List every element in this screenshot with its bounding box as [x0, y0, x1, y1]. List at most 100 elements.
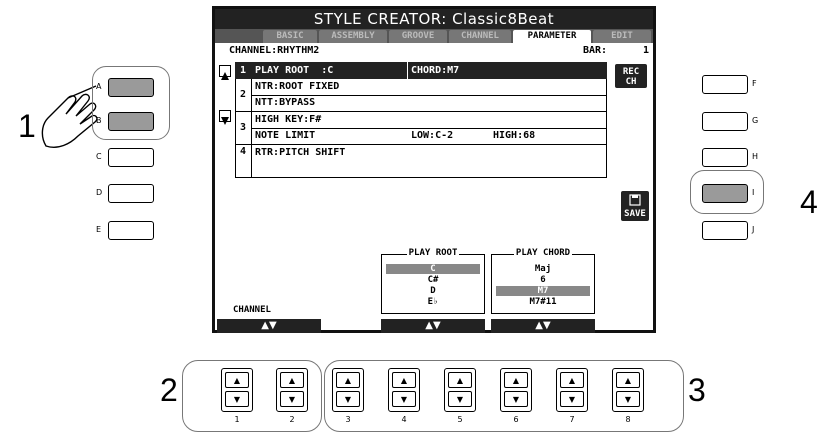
lcd-display: STYLE CREATOR: Classic8Beat BASIC ASSEMB…	[212, 6, 656, 333]
button-c-label: C	[96, 152, 102, 161]
button-j[interactable]	[702, 221, 748, 240]
bottom-button-1[interactable]: ▲ ▼	[221, 368, 253, 412]
button-e[interactable]	[108, 221, 154, 240]
button-e-label: E	[96, 225, 102, 234]
play-root-option[interactable]: C	[386, 264, 480, 274]
param-note-limit-high[interactable]: HIGH:68	[493, 128, 535, 143]
param-note-limit-low[interactable]: LOW:C-2	[411, 128, 453, 143]
up-arrow-icon[interactable]: ▲	[616, 372, 640, 388]
bar-value: 1	[643, 45, 650, 56]
param-play-root[interactable]: PLAY ROOT :C	[255, 63, 333, 78]
button-g[interactable]	[702, 112, 748, 131]
tab-assembly[interactable]: ASSEMBLY	[319, 30, 387, 43]
floppy-disk-icon	[629, 194, 641, 206]
play-chord-title: PLAY CHORD	[513, 248, 573, 258]
bottom-button-4[interactable]: ▲ ▼	[388, 368, 420, 412]
down-arrow-icon[interactable]: ▼	[616, 391, 640, 407]
param-high-key[interactable]: HIGH KEY:F#	[255, 112, 321, 127]
play-root-option[interactable]: E♭	[386, 297, 480, 307]
rec-ch-button[interactable]: REC CH	[615, 64, 647, 88]
tab-parameter[interactable]: PARAMETER	[513, 30, 591, 43]
lcd-title: STYLE CREATOR: Classic8Beat	[215, 9, 653, 29]
bottom-button-5[interactable]: ▲ ▼	[444, 368, 476, 412]
button-f-label: F	[752, 79, 757, 88]
button-d-label: D	[96, 188, 103, 197]
bottom-button-6[interactable]: ▲ ▼	[500, 368, 532, 412]
up-arrow-icon[interactable]: ▲	[225, 372, 249, 388]
row-number: 2	[239, 89, 247, 100]
down-arrow-icon[interactable]: ▼	[560, 391, 584, 407]
row-number: 1	[239, 65, 247, 76]
row-number: 4	[239, 146, 247, 157]
button-h-label: H	[752, 152, 759, 161]
button-j-label: J	[752, 225, 755, 234]
bottom-button-3[interactable]: ▲ ▼	[332, 368, 364, 412]
bottom-button-8[interactable]: ▲ ▼	[612, 368, 644, 412]
up-arrow-icon[interactable]: ▲	[560, 372, 584, 388]
up-arrow-icon[interactable]: ▲	[280, 372, 304, 388]
up-arrow-icon[interactable]: ▲	[448, 372, 472, 388]
save-button[interactable]: SAVE	[621, 191, 649, 221]
bottom-button-2-label: 2	[289, 415, 295, 424]
channel-updown[interactable]: ▲▼	[217, 319, 321, 333]
callout-2: 2	[160, 372, 178, 408]
down-arrow-icon[interactable]: ▼	[225, 391, 249, 407]
button-b-label: B	[96, 116, 102, 125]
scroll-up-icon[interactable]	[219, 65, 231, 80]
tab-bar: BASIC ASSEMBLY GROOVE CHANNEL PARAMETER …	[215, 29, 653, 43]
play-chord-option[interactable]: Maj	[496, 264, 590, 274]
bottom-button-7-label: 7	[569, 415, 575, 424]
button-a[interactable]	[108, 78, 154, 97]
param-note-limit[interactable]: NOTE LIMIT	[255, 128, 315, 143]
tab-edit[interactable]: EDIT	[593, 30, 651, 43]
button-i-label: I	[752, 188, 755, 197]
bottom-button-8-label: 8	[625, 415, 631, 424]
button-b[interactable]	[108, 112, 154, 131]
down-arrow-icon[interactable]: ▼	[392, 391, 416, 407]
play-root-option[interactable]: C#	[386, 275, 480, 285]
scroll-down-icon[interactable]	[219, 110, 231, 125]
bottom-button-7[interactable]: ▲ ▼	[556, 368, 588, 412]
button-i[interactable]	[702, 184, 748, 203]
bar-label: BAR:	[583, 45, 608, 56]
param-rtr[interactable]: RTR:PITCH SHIFT	[255, 145, 345, 160]
channel-ctrl-label: CHANNEL	[233, 305, 271, 315]
button-c[interactable]	[108, 148, 154, 167]
channel-label: CHANNEL:RHYTHM2	[229, 45, 320, 56]
divider	[407, 62, 408, 79]
play-chord-popup: PLAY CHORD Maj 6 M7 M7#11	[491, 248, 595, 314]
bottom-button-4-label: 4	[401, 415, 407, 424]
param-chord[interactable]: CHORD:M7	[411, 63, 459, 78]
button-f[interactable]	[702, 75, 748, 94]
bottom-button-2[interactable]: ▲ ▼	[276, 368, 308, 412]
save-label: SAVE	[624, 209, 646, 219]
play-chord-option[interactable]: M7	[496, 286, 590, 296]
tab-groove[interactable]: GROOVE	[389, 30, 447, 43]
up-arrow-icon[interactable]: ▲	[504, 372, 528, 388]
play-chord-option[interactable]: 6	[496, 275, 590, 285]
tab-channel[interactable]: CHANNEL	[449, 30, 511, 43]
play-root-option[interactable]: D	[386, 286, 480, 296]
button-d[interactable]	[108, 184, 154, 203]
bottom-button-1-label: 1	[234, 415, 240, 424]
down-arrow-icon[interactable]: ▼	[280, 391, 304, 407]
play-root-popup: PLAY ROOT C C# D E♭	[381, 248, 485, 314]
tab-basic[interactable]: BASIC	[263, 30, 317, 43]
param-ntt[interactable]: NTT:BYPASS	[255, 95, 315, 110]
up-arrow-icon[interactable]: ▲	[336, 372, 360, 388]
down-arrow-icon[interactable]: ▼	[448, 391, 472, 407]
play-chord-option[interactable]: M7#11	[496, 297, 590, 307]
play-chord-updown[interactable]: ▲▼	[491, 319, 595, 333]
button-g-label: G	[752, 116, 759, 125]
bottom-button-5-label: 5	[457, 415, 463, 424]
play-root-updown[interactable]: ▲▼	[381, 319, 485, 333]
bottom-button-6-label: 6	[513, 415, 519, 424]
button-h[interactable]	[702, 148, 748, 167]
down-arrow-icon[interactable]: ▼	[336, 391, 360, 407]
up-arrow-icon[interactable]: ▲	[392, 372, 416, 388]
param-ntr[interactable]: NTR:ROOT FIXED	[255, 79, 339, 94]
play-root-title: PLAY ROOT	[406, 248, 460, 258]
callout-3: 3	[688, 372, 706, 408]
row-number: 3	[239, 122, 247, 133]
down-arrow-icon[interactable]: ▼	[504, 391, 528, 407]
